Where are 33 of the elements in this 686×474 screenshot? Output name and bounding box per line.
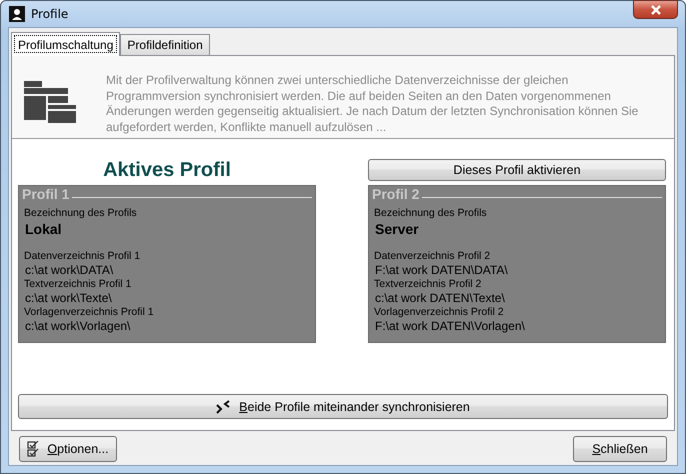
path-value: F:\at work DATEN\Vorlagen\ xyxy=(374,319,526,333)
field-label: Textverzeichnis Profil 1 xyxy=(23,278,132,291)
folders-icon xyxy=(24,81,76,123)
active-profile-heading: Aktives Profil xyxy=(102,159,232,181)
tab[interactable]: Profilumschaltung xyxy=(11,32,120,56)
window-title: Profile xyxy=(31,7,68,21)
path-value: c:\at work\DATA\ xyxy=(24,263,114,277)
path-value: F:\at work DATEN\DATA\ xyxy=(374,263,509,277)
profile-title: Profil 2 xyxy=(372,186,420,202)
path-value: c:\at work\Vorlagen\ xyxy=(24,319,132,333)
profile-name: Server xyxy=(374,220,420,238)
activate-button[interactable]: Dieses Profil aktivieren xyxy=(368,159,666,181)
field-label: Bezeichnung des Profils xyxy=(373,207,488,220)
field-label: Vorlagenverzeichnis Profil 2 xyxy=(373,306,505,319)
profile-title: Profil 1 xyxy=(22,186,70,202)
close-button[interactable] xyxy=(633,0,678,19)
field-label: Bezeichnung des Profils xyxy=(23,207,138,220)
field-label: Datenverzeichnis Profil 1 xyxy=(23,250,142,263)
description-text: Mit der Profilverwaltung können zwei unterschiedliche Datenverzeichnisse der gleichen Programmversion synchronisiert werden. Die auf beiden Seiten an den Daten vorgenommenen Änderungen werden gegenseitig aktualisiert. Je nach Datum der letzten Synchronisation können Sie aufgefordert werden, Konflikte manuell aufzulösen ... xyxy=(106,73,640,136)
close-icon xyxy=(650,4,662,14)
sync-button[interactable]: Beide Profile miteinander synchronisieren xyxy=(18,394,668,419)
path-value: c:\at work\Texte\ xyxy=(24,291,113,305)
path-value: c:\at work DATEN\Texte\ xyxy=(374,291,506,305)
tab[interactable]: Profildefinition xyxy=(120,34,210,55)
field-label: Textverzeichnis Profil 2 xyxy=(373,278,482,291)
field-label: Vorlagenverzeichnis Profil 1 xyxy=(23,306,155,319)
field-label: Datenverzeichnis Profil 2 xyxy=(373,250,492,263)
user-icon xyxy=(9,6,25,22)
checklist-icon xyxy=(27,441,40,457)
sync-icon xyxy=(216,400,230,414)
close-button[interactable]: Schließen xyxy=(573,436,667,462)
options-button[interactable]: Optionen... xyxy=(19,436,117,462)
profile-name: Lokal xyxy=(24,220,63,238)
